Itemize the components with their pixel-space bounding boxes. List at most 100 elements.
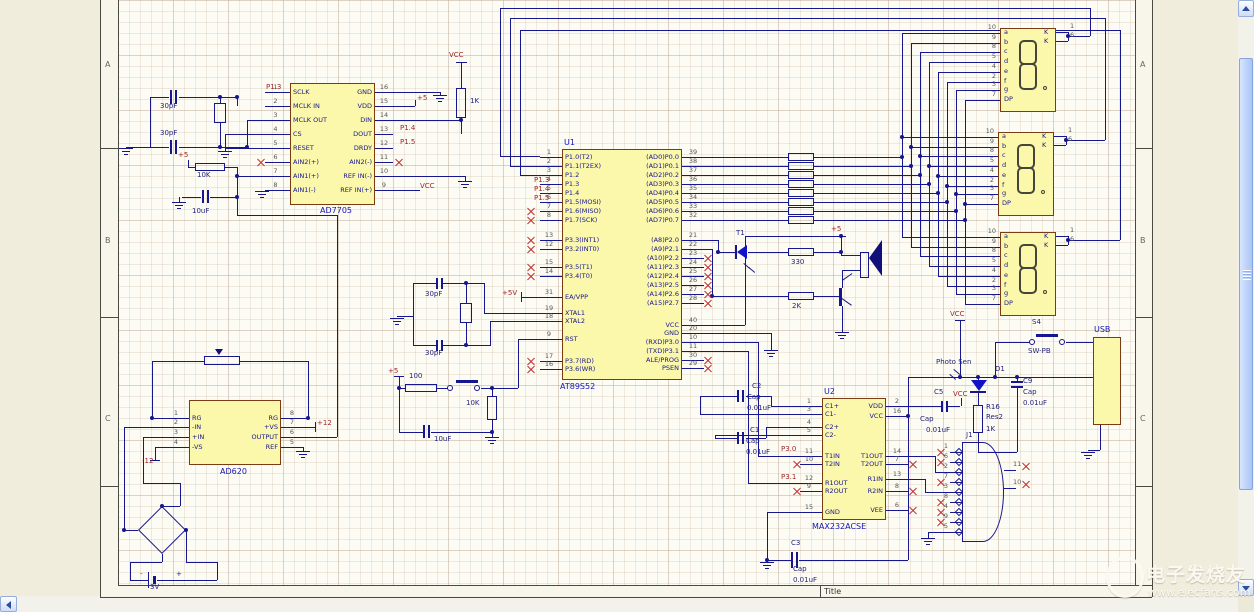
segment-letter: e xyxy=(1004,67,1008,75)
resistor[interactable] xyxy=(788,207,814,215)
segment-letter: f xyxy=(1004,77,1007,85)
pin-number: 9 xyxy=(989,137,994,145)
component-outline[interactable] xyxy=(214,103,226,123)
pin-number: 3 xyxy=(989,184,994,192)
segment-letter: d xyxy=(1002,161,1007,169)
wire xyxy=(771,333,772,350)
component-outline[interactable] xyxy=(460,303,472,323)
pin-stub xyxy=(265,190,290,191)
pin-number: 15 xyxy=(804,503,814,511)
resistor[interactable] xyxy=(788,180,814,188)
resistor[interactable] xyxy=(195,163,225,171)
pin-stub xyxy=(800,435,822,436)
wire xyxy=(308,361,309,418)
junction-dot xyxy=(927,182,931,186)
resistor[interactable] xyxy=(788,248,814,256)
component-outline[interactable] xyxy=(860,252,869,278)
wire xyxy=(704,240,718,241)
horizontal-scrollbar[interactable] xyxy=(0,596,1238,612)
pin-stub xyxy=(375,176,393,177)
vertical-scrollbar[interactable] xyxy=(1238,0,1254,596)
wire xyxy=(929,166,988,167)
junction-dot xyxy=(958,375,962,379)
wire xyxy=(1017,388,1018,452)
resistor[interactable] xyxy=(788,292,814,300)
resistor[interactable] xyxy=(973,405,983,433)
resistor[interactable] xyxy=(788,189,814,197)
value-label: 2K xyxy=(792,302,802,310)
capacitor-plate xyxy=(1011,386,1023,388)
digit-eight-lower xyxy=(1019,63,1037,90)
resistor[interactable] xyxy=(788,162,814,170)
wire xyxy=(240,361,308,362)
resistor[interactable] xyxy=(487,396,497,420)
pin-number: 9 xyxy=(381,181,387,189)
pin-number: 17 xyxy=(544,352,554,360)
wire xyxy=(1004,470,1016,471)
usb-connector[interactable] xyxy=(1093,337,1121,425)
value-label: 30pF xyxy=(160,129,178,137)
pin-number: 4 xyxy=(806,418,812,426)
pin-number: 10 xyxy=(987,23,996,31)
wire xyxy=(399,432,423,433)
scroll-up-button[interactable] xyxy=(1238,0,1254,17)
pin-number: 1 xyxy=(1070,226,1075,234)
pin-number: 3 xyxy=(273,111,278,119)
pin-number: 13 xyxy=(379,125,389,133)
wire xyxy=(1088,450,1100,451)
pin-stub xyxy=(1054,145,1066,146)
scroll-left-button[interactable] xyxy=(0,596,17,612)
pin-label: -VS xyxy=(192,443,203,451)
pin-number: 6 xyxy=(894,501,900,509)
decimal-point xyxy=(1043,86,1047,90)
wire xyxy=(188,167,195,168)
resistor[interactable] xyxy=(405,384,437,392)
wire xyxy=(771,396,772,406)
wire xyxy=(393,176,465,177)
vertical-scrollbar-thumb[interactable] xyxy=(1239,58,1253,490)
wire xyxy=(841,255,860,256)
resistor[interactable] xyxy=(788,216,814,224)
title-block-label: Title xyxy=(824,587,842,596)
resistor[interactable] xyxy=(788,153,814,161)
resistor[interactable] xyxy=(456,88,466,118)
wire xyxy=(814,193,938,194)
wire xyxy=(520,30,521,175)
wire xyxy=(814,296,839,297)
pin-label: C2- xyxy=(825,431,837,439)
wire xyxy=(397,316,413,317)
sheet-margin-left xyxy=(100,0,118,597)
pin-stub xyxy=(281,447,303,448)
ground-symbol xyxy=(485,437,499,445)
pin-label: XTAL2 xyxy=(565,317,586,325)
scroll-down-button[interactable] xyxy=(1238,579,1254,596)
pin-stub xyxy=(265,162,290,163)
wire xyxy=(217,562,218,580)
pin-stub xyxy=(682,303,704,304)
db9-connector[interactable] xyxy=(962,442,1004,542)
wire xyxy=(902,33,988,34)
wire xyxy=(718,252,735,253)
pin-stub xyxy=(886,479,908,480)
pin-label: R1IN xyxy=(867,475,883,483)
sheet-border-line xyxy=(100,0,101,597)
resistor[interactable] xyxy=(788,171,814,179)
wire xyxy=(908,456,935,457)
wire xyxy=(1068,240,1120,241)
value-label: Cap xyxy=(747,393,761,401)
resistor[interactable] xyxy=(788,198,814,206)
diode-triangle xyxy=(737,245,747,259)
ground-symbol xyxy=(390,318,404,326)
wire xyxy=(704,157,788,158)
pin-number: 1 xyxy=(943,442,948,450)
wire xyxy=(978,393,979,405)
junction-dot xyxy=(993,375,997,379)
wire xyxy=(393,120,461,121)
pin-label: RG xyxy=(268,414,278,422)
capacitor-plate xyxy=(436,278,438,289)
segment-letter: c xyxy=(1004,251,1008,259)
pin-number: 7 xyxy=(991,90,996,98)
pin-number: 5 xyxy=(273,139,278,147)
pin-number: 1 xyxy=(546,148,552,156)
resistor[interactable] xyxy=(204,356,240,365)
